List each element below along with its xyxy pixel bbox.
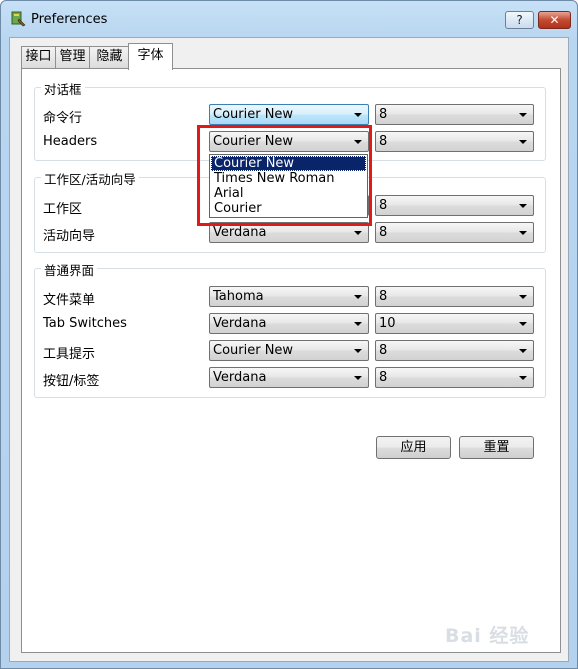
command-line-size-select[interactable]: 8	[375, 104, 534, 125]
row-label-buttons-labels: 按钮/标签	[43, 374, 100, 389]
activity-wizard-size-select[interactable]: 8	[375, 222, 534, 243]
reset-button[interactable]: 重置	[459, 436, 534, 459]
buttons-labels-size-select[interactable]: 8	[375, 367, 534, 388]
tab-switches-size-select[interactable]: 10	[375, 313, 534, 334]
chevron-down-icon	[354, 349, 362, 353]
chevron-down-icon	[519, 140, 527, 144]
group-dialog-title: 对话框	[41, 79, 85, 98]
headers-size-value: 8	[379, 134, 388, 149]
window-title: Preferences	[31, 12, 108, 27]
preferences-app-icon	[11, 11, 26, 27]
buttons-labels-size-value: 8	[379, 370, 388, 385]
workspace-size-select[interactable]: 8	[375, 195, 534, 216]
chevron-down-icon	[519, 349, 527, 353]
activity-wizard-size-value: 8	[379, 225, 388, 240]
row-label-command-line: 命令行	[43, 111, 83, 126]
row-label-workspace: 工作区	[43, 202, 83, 217]
file-menu-size-value: 8	[379, 289, 388, 304]
group-workspace-title: 工作区/活动向导	[41, 169, 139, 188]
chevron-down-icon	[519, 295, 527, 299]
chevron-down-icon	[519, 204, 527, 208]
close-button[interactable]: ✕	[538, 11, 571, 29]
chevron-down-icon	[519, 231, 527, 235]
highlight-annotation-box	[197, 125, 372, 226]
tab-switches-font-value: Verdana	[213, 316, 267, 331]
tab-management[interactable]: 管理	[55, 46, 90, 68]
watermark-logo: Bai 经验	[445, 625, 530, 647]
chevron-down-icon	[354, 231, 362, 235]
dialog-client-area: 接口 管理 隐藏 字体 对话框 命令行 Courier New 8 Header…	[9, 37, 569, 662]
chevron-down-icon	[354, 376, 362, 380]
chevron-down-icon	[519, 322, 527, 326]
workspace-size-value: 8	[379, 198, 388, 213]
headers-size-select[interactable]: 8	[375, 131, 534, 152]
chevron-down-icon	[354, 322, 362, 326]
chevron-down-icon	[354, 113, 362, 117]
tab-interface[interactable]: 接口	[21, 46, 56, 68]
command-line-font-select[interactable]: Courier New	[209, 104, 369, 125]
tooltips-font-value: Courier New	[213, 343, 294, 358]
file-menu-font-value: Tahoma	[213, 289, 264, 304]
command-line-size-value: 8	[379, 107, 388, 122]
buttons-labels-font-select[interactable]: Verdana	[209, 367, 369, 388]
chevron-down-icon	[354, 295, 362, 299]
row-label-file-menu: 文件菜单	[43, 293, 96, 308]
row-label-activity-wizard: 活动向导	[43, 229, 96, 244]
help-button[interactable]: ?	[505, 11, 534, 29]
tab-switches-size-value: 10	[379, 316, 396, 331]
group-general-ui-title: 普通界面	[41, 260, 98, 279]
tooltips-font-select[interactable]: Courier New	[209, 340, 369, 361]
file-menu-size-select[interactable]: 8	[375, 286, 534, 307]
command-line-font-value: Courier New	[213, 107, 294, 122]
tab-fonts[interactable]: 字体	[128, 43, 173, 70]
tooltips-size-value: 8	[379, 343, 388, 358]
fonts-tab-pane: 对话框 命令行 Courier New 8 Headers Courier Ne…	[21, 68, 561, 653]
tab-switches-font-select[interactable]: Verdana	[209, 313, 369, 334]
row-label-tooltips: 工具提示	[43, 347, 96, 362]
chevron-down-icon	[519, 113, 527, 117]
buttons-labels-font-value: Verdana	[213, 370, 267, 385]
file-menu-font-select[interactable]: Tahoma	[209, 286, 369, 307]
chevron-down-icon	[519, 376, 527, 380]
row-label-tab-switches: Tab Switches	[43, 316, 127, 331]
preferences-window: Preferences ? ✕ 接口 管理 隐藏 字体 对话框 命令行 Cour…	[0, 0, 578, 669]
tab-hidden[interactable]: 隐藏	[89, 46, 130, 68]
row-label-headers: Headers	[43, 134, 98, 149]
apply-button[interactable]: 应用	[376, 436, 451, 459]
tooltips-size-select[interactable]: 8	[375, 340, 534, 361]
title-bar[interactable]: Preferences ? ✕	[1, 1, 577, 37]
